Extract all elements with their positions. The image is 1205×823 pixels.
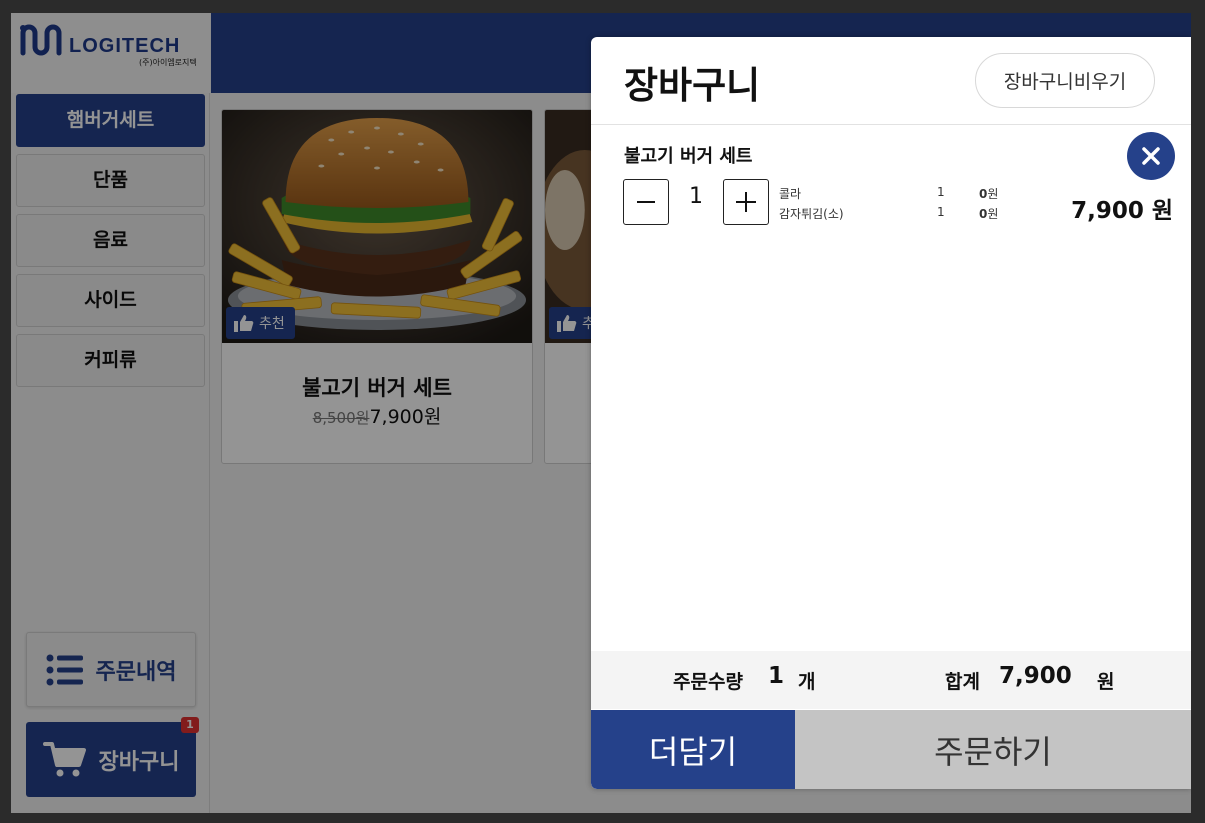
clear-cart-button[interactable]: 장바구니비우기 <box>975 53 1155 108</box>
option-price: 0원 <box>979 207 999 221</box>
quantity-decrease-button[interactable] <box>623 179 669 225</box>
option-row: 콜라 1 0원 <box>779 185 1009 202</box>
order-qty-unit: 개 <box>798 671 816 693</box>
option-name: 감자튀김(소) <box>779 207 844 221</box>
total-value: 7,900 <box>999 663 1072 689</box>
option-name: 콜라 <box>779 187 802 201</box>
kiosk-app: LOGITECH (주)아이엠로지텍 햄버거세트 단품 음료 사이드 커피류 주… <box>11 13 1191 813</box>
option-qty: 1 <box>937 205 945 219</box>
close-icon <box>1142 147 1160 165</box>
remove-item-button[interactable] <box>1127 132 1175 180</box>
quantity-increase-button[interactable] <box>723 179 769 225</box>
cart-item-total: 7,900 원 <box>1071 198 1173 224</box>
total-label: 합계 <box>945 671 980 693</box>
place-order-button[interactable]: 주문하기 <box>795 710 1191 789</box>
order-qty-label: 주문수량 <box>673 671 743 693</box>
cart-item-name: 불고기 버거 세트 <box>624 146 753 167</box>
cart-title: 장바구니 <box>624 64 761 107</box>
option-price: 0원 <box>979 187 999 201</box>
order-summary: 주문수량 1 개 합계 7,900 원 <box>591 651 1191 709</box>
total-unit: 원 <box>1097 671 1115 693</box>
plus-icon <box>736 192 756 212</box>
cart-panel: 장바구니 장바구니비우기 불고기 버거 세트 1 콜라 1 0원 감자튀김(소) <box>591 37 1191 789</box>
option-qty: 1 <box>937 185 945 199</box>
quantity-value: 1 <box>689 184 703 209</box>
order-qty-value: 1 <box>768 663 785 689</box>
add-more-button[interactable]: 더담기 <box>591 710 795 789</box>
minus-icon <box>637 201 655 203</box>
divider <box>591 124 1191 125</box>
option-row: 감자튀김(소) 1 0원 <box>779 205 1009 222</box>
